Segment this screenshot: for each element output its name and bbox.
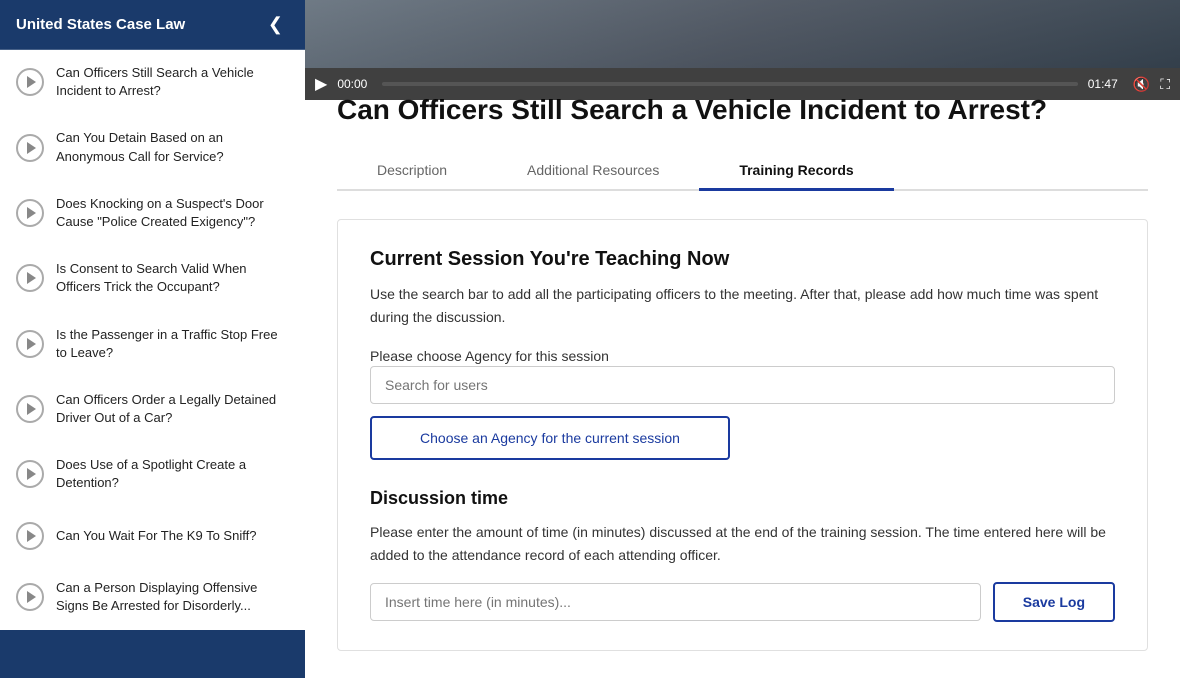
choose-agency-button[interactable]: Choose an Agency for the current session bbox=[370, 416, 730, 460]
sidebar-title: United States Case Law bbox=[16, 16, 185, 33]
sidebar-item-label: Can a Person Displaying Offensive Signs … bbox=[56, 579, 289, 615]
play-icon bbox=[16, 199, 44, 227]
sidebar-item[interactable]: Does Knocking on a Suspect's Door Cause … bbox=[0, 181, 305, 246]
sidebar-item-label: Is the Passenger in a Traffic Stop Free … bbox=[56, 326, 289, 362]
fullscreen-button[interactable]: ⛶ bbox=[1160, 76, 1170, 93]
training-records-panel: Current Session You're Teaching Now Use … bbox=[337, 219, 1148, 651]
sidebar-header: United States Case Law ❮ bbox=[0, 0, 305, 50]
play-icon bbox=[16, 134, 44, 162]
sidebar-item-label: Can Officers Order a Legally Detained Dr… bbox=[56, 391, 289, 427]
play-icon bbox=[16, 330, 44, 358]
sidebar-item[interactable]: Can You Wait For The K9 To Sniff? bbox=[0, 508, 305, 565]
video-thumbnail bbox=[305, 0, 1180, 68]
tab-description[interactable]: Description bbox=[337, 152, 487, 191]
tabs: DescriptionAdditional ResourcesTraining … bbox=[337, 152, 1148, 191]
play-icon bbox=[16, 264, 44, 292]
main-content: ▶ 00:00 01:47 🔇 ⛶ Can Officers Still Sea… bbox=[305, 0, 1180, 678]
play-icon bbox=[16, 395, 44, 423]
video-progress-bar[interactable] bbox=[382, 82, 1077, 86]
sidebar-item[interactable]: Is Consent to Search Valid When Officers… bbox=[0, 246, 305, 311]
sidebar-item[interactable]: Can Officers Order a Legally Detained Dr… bbox=[0, 377, 305, 442]
play-icon bbox=[16, 68, 44, 96]
sidebar-item-label: Is Consent to Search Valid When Officers… bbox=[56, 260, 289, 296]
sidebar-item[interactable]: Can a Person Displaying Offensive Signs … bbox=[0, 565, 305, 630]
sidebar-collapse-button[interactable]: ❮ bbox=[262, 12, 289, 37]
sidebar-item-label: Does Use of a Spotlight Create a Detenti… bbox=[56, 456, 289, 492]
tab-additional-resources[interactable]: Additional Resources bbox=[487, 152, 699, 191]
video-time-current: 00:00 bbox=[337, 77, 372, 91]
agency-label: Please choose Agency for this session bbox=[370, 348, 609, 364]
sidebar-item[interactable]: Can Officers Still Search a Vehicle Inci… bbox=[0, 50, 305, 115]
panel-title: Current Session You're Teaching Now bbox=[370, 248, 1115, 271]
sidebar-list: Can Officers Still Search a Vehicle Inci… bbox=[0, 50, 305, 678]
video-time-total: 01:47 bbox=[1088, 77, 1123, 91]
panel-description: Use the search bar to add all the partic… bbox=[370, 283, 1115, 328]
discussion-title: Discussion time bbox=[370, 488, 1115, 509]
tab-training-records[interactable]: Training Records bbox=[699, 152, 893, 191]
sidebar-item-label: Can Officers Still Search a Vehicle Inci… bbox=[56, 64, 289, 100]
video-thumbnail-overlay bbox=[305, 0, 1180, 68]
video-controls: ▶ 00:00 01:47 🔇 ⛶ bbox=[305, 68, 1180, 100]
time-input[interactable] bbox=[370, 583, 981, 621]
sidebar-item-label: Can You Detain Based on an Anonymous Cal… bbox=[56, 129, 289, 165]
search-users-input[interactable] bbox=[370, 366, 1115, 404]
play-button[interactable]: ▶ bbox=[315, 74, 327, 94]
sidebar-item[interactable]: Is the Passenger in a Traffic Stop Free … bbox=[0, 312, 305, 377]
sidebar-item-label: Can You Wait For The K9 To Sniff? bbox=[56, 527, 256, 545]
video-container: ▶ 00:00 01:47 🔇 ⛶ bbox=[305, 0, 1180, 68]
save-log-button[interactable]: Save Log bbox=[993, 582, 1115, 622]
content-area: Can Officers Still Search a Vehicle Inci… bbox=[305, 68, 1180, 678]
sidebar: United States Case Law ❮ Can Officers St… bbox=[0, 0, 305, 678]
volume-button[interactable]: 🔇 bbox=[1133, 76, 1150, 93]
time-row: Save Log bbox=[370, 582, 1115, 622]
play-icon bbox=[16, 522, 44, 550]
sidebar-item[interactable]: Does Use of a Spotlight Create a Detenti… bbox=[0, 442, 305, 507]
sidebar-item-label: Does Knocking on a Suspect's Door Cause … bbox=[56, 195, 289, 231]
discussion-description: Please enter the amount of time (in minu… bbox=[370, 521, 1115, 566]
sidebar-item[interactable]: Can You Detain Based on an Anonymous Cal… bbox=[0, 115, 305, 180]
play-icon bbox=[16, 460, 44, 488]
play-icon bbox=[16, 583, 44, 611]
